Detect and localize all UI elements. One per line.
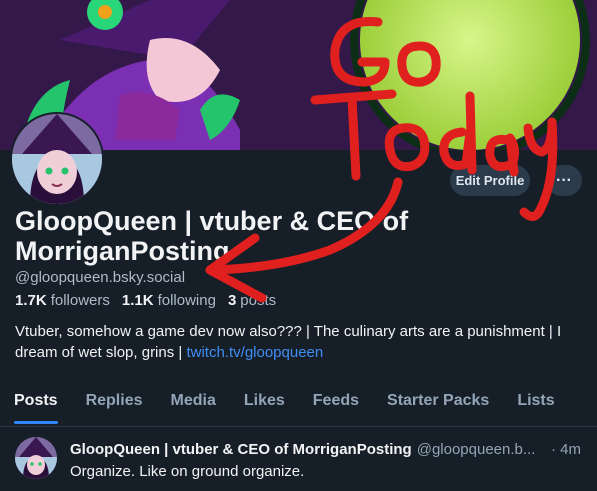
followers-stat[interactable]: 1.7K followers: [15, 292, 110, 309]
post-body: Organize. Like on ground organize.: [70, 463, 305, 480]
following-count: 1.1K: [121, 292, 154, 309]
posts-label: posts: [240, 292, 277, 309]
tabs-divider: [0, 426, 597, 427]
edit-profile-button[interactable]: Edit Profile: [450, 165, 530, 196]
profile-bio: Vtuber, somehow a game dev now also??? |…: [15, 321, 585, 363]
avatar-artwork: [12, 114, 102, 204]
following-label: following: [157, 292, 216, 309]
tab-lists[interactable]: Lists: [503, 378, 568, 424]
post-header: GloopQueen | vtuber & CEO of MorriganPos…: [70, 441, 585, 458]
more-options-button[interactable]: ···: [546, 165, 582, 196]
tab-likes[interactable]: Likes: [230, 378, 299, 424]
post-timestamp[interactable]: · 4m: [551, 441, 581, 458]
post-author-name[interactable]: GloopQueen | vtuber & CEO of MorriganPos…: [70, 441, 412, 458]
tab-posts[interactable]: Posts: [0, 378, 72, 424]
post-author-avatar[interactable]: [15, 437, 57, 479]
profile-handle[interactable]: @gloopqueen.bsky.social: [15, 269, 185, 286]
profile-display-name: GloopQueen | vtuber & CEO of MorriganPos…: [15, 206, 409, 266]
following-stat[interactable]: 1.1K following: [122, 292, 216, 309]
posts-count: 3: [227, 292, 237, 309]
profile-stats: 1.7K followers 1.1K following 3 posts: [15, 292, 276, 309]
profile-tabs: Posts Replies Media Likes Feeds Starter …: [0, 378, 597, 426]
followers-count: 1.7K: [15, 292, 47, 309]
posts-stat: 3 posts: [228, 292, 276, 309]
tab-feeds[interactable]: Feeds: [299, 378, 373, 424]
tab-replies[interactable]: Replies: [72, 378, 157, 424]
tab-media[interactable]: Media: [157, 378, 230, 424]
followers-label: followers: [50, 292, 110, 309]
post-avatar-artwork: [15, 437, 57, 479]
post-author-handle[interactable]: @gloopqueen.b...: [417, 441, 536, 458]
tab-starter-packs[interactable]: Starter Packs: [373, 378, 503, 424]
profile-avatar[interactable]: [10, 112, 104, 206]
bio-link[interactable]: twitch.tv/gloopqueen: [186, 344, 323, 361]
